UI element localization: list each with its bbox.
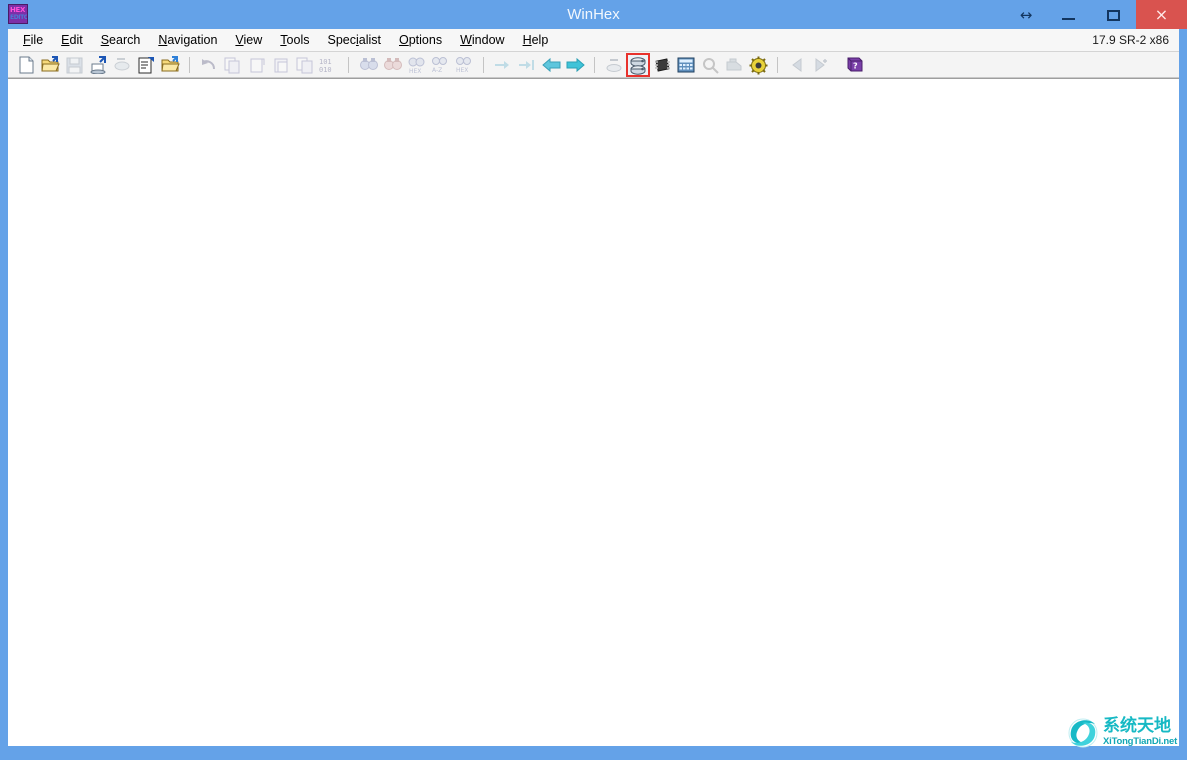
menu-item-file[interactable]: File (14, 29, 52, 51)
goto-end-icon (515, 53, 539, 77)
minimize-button[interactable] (1046, 0, 1091, 29)
menu-item-view[interactable]: View (226, 29, 271, 51)
binary-paste-icon: 101 010 (317, 53, 341, 77)
save-file-icon (62, 53, 86, 77)
disk-cleanup-icon (722, 53, 746, 77)
toolbar-separator (483, 57, 484, 73)
find-next-icon: A-Z (428, 53, 452, 77)
menu-bar: File Edit Search Navigation View Tools S… (8, 29, 1179, 52)
caption-button-group: ↔ × (1006, 0, 1187, 29)
svg-text:010: 010 (319, 66, 332, 74)
goto-offset-icon (491, 53, 515, 77)
calculator-icon[interactable] (674, 53, 698, 77)
paste-icon (269, 53, 293, 77)
find-text-icon (356, 53, 380, 77)
toolbar-separator (348, 57, 349, 73)
watermark-site-text: XiTongTianDi.net (1103, 736, 1177, 748)
restore-size-button[interactable]: ↔ (1006, 0, 1046, 29)
new-file-icon[interactable] (14, 53, 38, 77)
create-disk-image-icon (110, 53, 134, 77)
watermark-text-group: 系统天地 XiTongTianDi.net (1103, 717, 1177, 748)
prev-item-icon (785, 53, 809, 77)
menu-item-window[interactable]: Window (451, 29, 513, 51)
menu-item-options[interactable]: Options (390, 29, 451, 51)
site-watermark: 系统天地 XiTongTianDi.net (1066, 709, 1184, 755)
menu-item-search[interactable]: Search (92, 29, 150, 51)
toolbar-separator (777, 57, 778, 73)
undo-icon (197, 53, 221, 77)
toolbar-button-group: 101 010 (14, 52, 866, 78)
open-ram-icon[interactable] (650, 53, 674, 77)
toolbar-separator (594, 57, 595, 73)
script-gear-icon[interactable] (746, 53, 770, 77)
menu-item-navigation[interactable]: Navigation (149, 29, 226, 51)
copy-block-icon (293, 53, 317, 77)
svg-text:A-Z: A-Z (432, 67, 442, 74)
winhex-main-window: HEX EDITOR WinHex ↔ × File Edit Search N… (0, 0, 1187, 760)
toolbar: 101 010 (8, 52, 1179, 78)
replace-hex-icon: HEX (452, 53, 476, 77)
next-item-icon (809, 53, 833, 77)
cut-icon (245, 53, 269, 77)
maximize-button[interactable] (1091, 0, 1136, 29)
menu-item-list: File Edit Search Navigation View Tools S… (14, 29, 557, 51)
title-bar: HEX EDITOR WinHex ↔ × (0, 0, 1187, 29)
help-book-icon[interactable]: ? (842, 53, 866, 77)
save-as-icon[interactable] (86, 53, 110, 77)
version-label: 17.9 SR-2 x86 (1092, 29, 1169, 51)
replace-icon: HEX (404, 53, 428, 77)
open-folder-icon[interactable] (158, 53, 182, 77)
svg-text:HEX: HEX (409, 68, 421, 74)
navigate-forward-icon[interactable] (563, 53, 587, 77)
open-file-icon[interactable] (38, 53, 62, 77)
find-hex-icon (380, 53, 404, 77)
menu-item-specialist[interactable]: Specialist (318, 29, 390, 51)
menu-item-help[interactable]: Help (514, 29, 558, 51)
open-disk-single-icon (602, 53, 626, 77)
watermark-logo-icon (1066, 715, 1100, 749)
toolbar-separator (189, 57, 190, 73)
svg-text:101: 101 (319, 58, 332, 66)
close-button[interactable]: × (1136, 0, 1187, 29)
svg-text:?: ? (853, 62, 858, 71)
analyze-icon (698, 53, 722, 77)
edit-properties-icon[interactable] (134, 53, 158, 77)
navigate-back-icon[interactable] (539, 53, 563, 77)
copy-icon (221, 53, 245, 77)
menu-item-edit[interactable]: Edit (52, 29, 92, 51)
menu-item-tools[interactable]: Tools (271, 29, 318, 51)
document-client-area[interactable] (8, 78, 1179, 746)
watermark-chinese-text: 系统天地 (1103, 717, 1177, 736)
svg-text:HEX: HEX (456, 67, 468, 74)
open-disk-icon[interactable] (626, 53, 650, 77)
